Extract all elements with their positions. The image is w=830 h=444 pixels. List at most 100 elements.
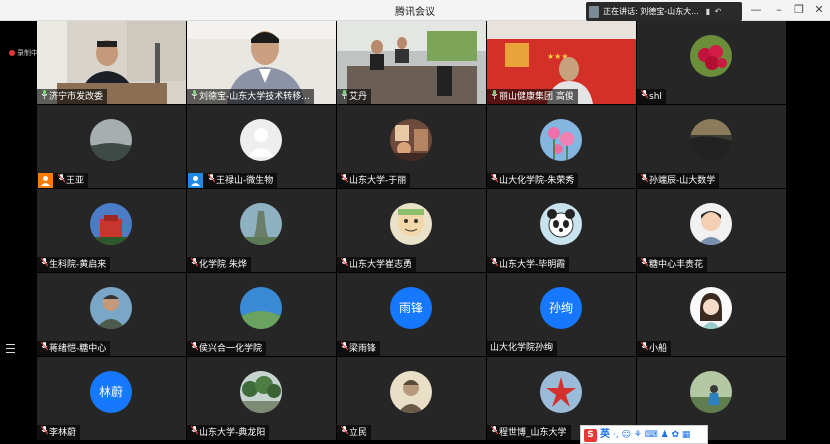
participant-avatar: [690, 203, 732, 245]
participant-tile[interactable]: 雨锋 梁雨锋: [337, 273, 486, 356]
participant-name: 山大化学院-朱荣秀: [499, 176, 575, 186]
participant-tile[interactable]: 山东大学崔志勇: [337, 189, 486, 272]
mic-muted-icon: [190, 425, 199, 440]
phone-user-icon: [38, 173, 53, 188]
participant-name-label: 孙端辰-山大数学: [637, 173, 720, 188]
speaking-indicator[interactable]: 正在讲话: 刘德宝-山东大... ▮ ↶: [586, 2, 742, 21]
participant-tile[interactable]: 刘德宝-山东大学技术转移...: [187, 21, 336, 104]
participant-tile[interactable]: 孙端辰-山大数学: [637, 105, 786, 188]
participant-tile[interactable]: 立民: [337, 357, 486, 440]
participant-tile[interactable]: 山东大学-于丽: [337, 105, 486, 188]
participant-avatar: [540, 119, 582, 161]
right-sidebar: [787, 21, 830, 443]
participant-avatar: [690, 35, 732, 77]
participant-name-label: 丽山健康集团 高俊: [487, 89, 578, 104]
participant-tile[interactable]: 化学院 朱烨: [187, 189, 336, 272]
participant-tile[interactable]: shl: [637, 21, 786, 104]
mic-muted-icon: [40, 257, 49, 272]
participant-tile[interactable]: 生科院-黄启来: [37, 189, 186, 272]
participant-tile[interactable]: 侯兴合一化学院: [187, 273, 336, 356]
participant-avatar: 雨锋: [390, 287, 432, 329]
participant-avatar: [240, 371, 282, 413]
participant-avatar: 孙绚: [540, 287, 582, 329]
participant-name: 孙端辰-山大数学: [649, 176, 716, 186]
participant-name-label: 山东大学-典龙阳: [187, 425, 270, 440]
participant-name-label: 王亚: [37, 173, 89, 188]
mic-muted-icon: [190, 257, 199, 272]
participant-name: 小船: [649, 344, 668, 354]
member-list-icon[interactable]: [6, 344, 15, 354]
mic-muted-icon: [340, 257, 349, 272]
signal-icon: ▮: [705, 7, 711, 16]
participant-tile[interactable]: 王禄山-微生物: [187, 105, 336, 188]
participant-name: 化学院 朱烨: [199, 260, 247, 270]
participant-name-label: 刘德宝-山东大学技术转移...: [187, 89, 314, 104]
mic-icon: [340, 89, 349, 104]
participant-tile[interactable]: 山东大学-典龙阳: [187, 357, 336, 440]
participant-name: 山东大学崔志勇: [349, 260, 413, 270]
participant-name-label: 立民: [337, 425, 372, 440]
mic-muted-icon: [340, 341, 349, 356]
participant-tile[interactable]: 林蔚李林蔚: [37, 357, 186, 440]
participant-name: 李林蔚: [49, 428, 77, 438]
participant-name-label: 糖中心丰贵花: [637, 257, 708, 272]
ime-tool-icons[interactable]: ·, ☺ ⚘ ⌨ ♟ ✿ ▦: [613, 427, 690, 444]
participant-tile[interactable]: ★★★ 丽山健康集团 高俊: [487, 21, 636, 104]
participant-name-label: 蒋绪恺-糖中心: [37, 341, 111, 356]
participant-name: 王亚: [66, 176, 85, 186]
recording-label: 录制中: [17, 49, 38, 57]
participant-tile[interactable]: 济宁市发改委: [37, 21, 186, 104]
participant-tile[interactable]: 山东大学-毕明霞: [487, 189, 636, 272]
participant-name-label: 王禄山-微生物: [187, 173, 278, 188]
recording-indicator: 录制中: [9, 48, 38, 58]
participant-tile[interactable]: 糖中心丰贵花: [637, 189, 786, 272]
participant-name: 山东大学-典龙阳: [199, 428, 266, 438]
sogou-logo-icon[interactable]: S: [584, 429, 597, 442]
restore-button[interactable]: ❐: [791, 2, 807, 17]
participant-name: 艾丹: [349, 92, 368, 102]
participant-avatar: [240, 203, 282, 245]
participant-name-label: 梁雨锋: [337, 341, 381, 356]
participant-tile[interactable]: 艾丹: [337, 21, 486, 104]
close-button[interactable]: ✕: [811, 2, 827, 17]
participant-name-label: 艾丹: [337, 89, 372, 104]
participant-tile[interactable]: 王亚: [37, 105, 186, 188]
mic-icon: [190, 89, 199, 104]
mic-muted-icon: [640, 173, 649, 188]
participant-tile[interactable]: 山大化学院-朱荣秀: [487, 105, 636, 188]
participant-tile[interactable]: 小船: [637, 273, 786, 356]
ime-toolbar[interactable]: S 英 ·, ☺ ⚘ ⌨ ♟ ✿ ▦: [580, 425, 708, 444]
mic-muted-icon: [190, 341, 199, 356]
participant-tile[interactable]: 蒋绪恺-糖中心: [37, 273, 186, 356]
participant-tile[interactable]: 孙绚山大化学院孙绚: [487, 273, 636, 356]
participant-name-label: 李林蔚: [37, 425, 81, 440]
participant-name-label: 小船: [637, 341, 672, 356]
participant-avatar: 林蔚: [90, 371, 132, 413]
minimize-window-button[interactable]: –: [771, 2, 787, 17]
participant-name-label: 程世博_山东大学: [487, 425, 571, 440]
speaker-thumbnail: [589, 5, 599, 18]
participant-name-label: 山大化学院-朱荣秀: [487, 173, 579, 188]
participant-name: 程世博_山东大学: [499, 428, 567, 438]
ime-mode-button[interactable]: 英: [600, 426, 610, 443]
participant-avatar: [690, 371, 732, 413]
record-dot-icon: [9, 50, 15, 56]
title-bar: 腾讯会议 正在讲话: 刘德宝-山东大... ▮ ↶ — – ❐ ✕: [0, 0, 830, 21]
mic-muted-icon: [640, 257, 649, 272]
participant-name: 山大化学院孙绚: [490, 343, 554, 353]
participant-avatar: [90, 287, 132, 329]
user-icon: [188, 173, 203, 188]
participant-name-label: 山东大学崔志勇: [337, 257, 417, 272]
minimize-button[interactable]: —: [748, 2, 764, 17]
participant-avatar: [540, 371, 582, 413]
participant-avatar: [390, 119, 432, 161]
participant-name: 侯兴合一化学院: [199, 344, 263, 354]
left-sidebar: [0, 21, 36, 443]
participant-avatar: [390, 371, 432, 413]
mic-muted-icon: [40, 425, 49, 440]
mic-muted-icon: [640, 341, 649, 356]
participant-name: 济宁市发改委: [49, 92, 104, 102]
reply-icon[interactable]: ↶: [713, 2, 723, 21]
participant-name: 生科院-黄启来: [49, 260, 107, 270]
mic-muted-icon: [207, 173, 216, 188]
